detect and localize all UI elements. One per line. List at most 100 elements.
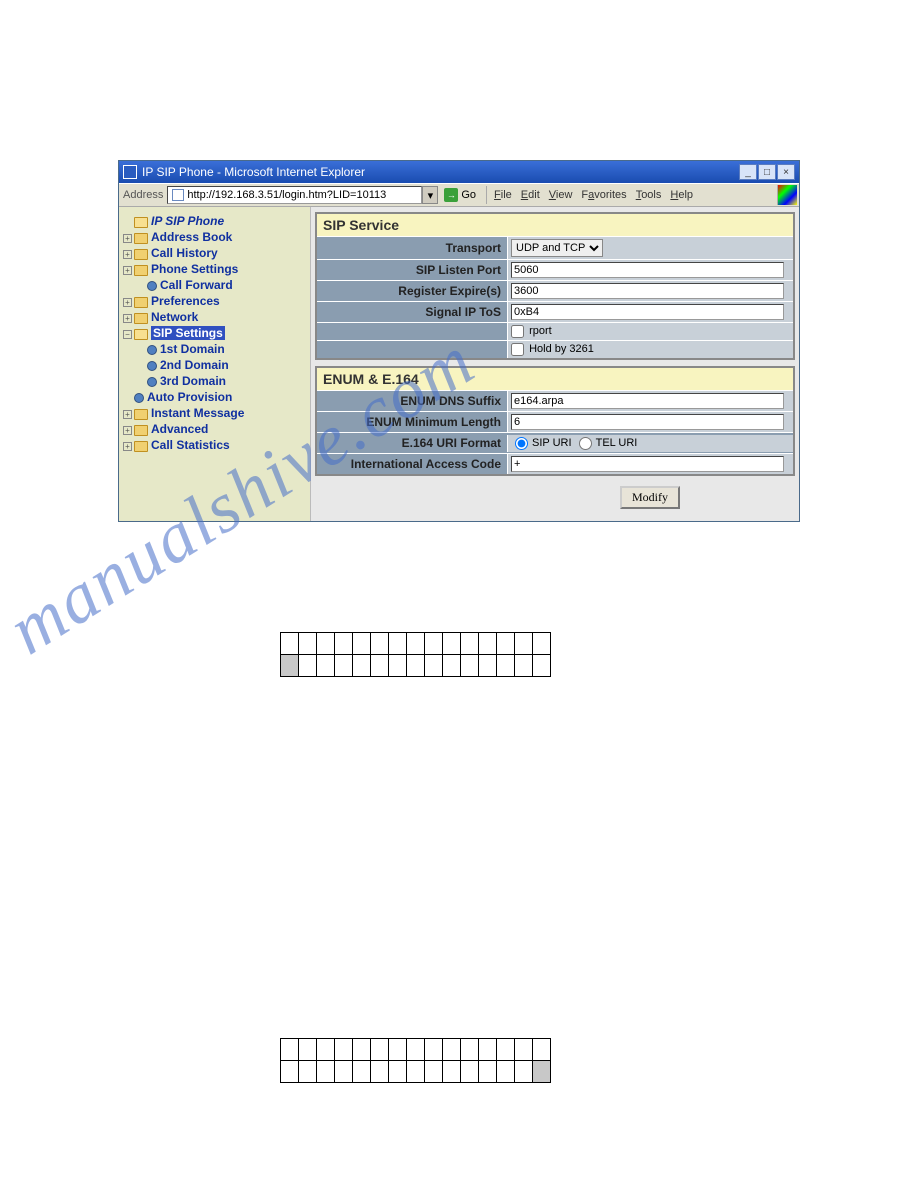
go-button[interactable]: → Go [444,188,476,202]
input-dns-suffix[interactable] [511,393,784,409]
label-transport: Transport [317,238,507,258]
minimize-button[interactable]: _ [739,164,757,180]
window-title: IP SIP Phone - Microsoft Internet Explor… [142,165,739,179]
item-icon [147,377,157,387]
input-listen-port[interactable] [511,262,784,278]
tree-network[interactable]: Network [151,310,198,324]
item-icon [134,393,144,403]
item-icon [147,345,157,355]
sip-service-panel: SIP Service Transport UDP and TCP SIP Li… [315,212,795,360]
menu-tools[interactable]: Tools [633,189,665,201]
folder-icon [134,409,148,420]
checkbox-rport[interactable] [511,325,524,338]
checkbox-hold[interactable] [511,343,524,356]
ie-icon [123,165,137,179]
enum-panel: ENUM & E.164 ENUM DNS Suffix ENUM Minimu… [315,366,795,476]
radio-tel-uri[interactable] [579,437,592,450]
sidebar: IP SIP Phone + Address Book + Call History… [119,207,311,521]
expand-icon[interactable]: + [123,234,132,243]
address-label: Address [123,189,163,201]
menu-bar: File Edit View Favorites Tools Help [491,189,696,201]
label-min-length: ENUM Minimum Length [317,412,507,432]
item-icon [147,361,157,371]
client-area: IP SIP Phone + Address Book + Call History… [119,207,799,521]
expand-icon[interactable]: + [123,426,132,435]
menu-help[interactable]: Help [667,189,696,201]
url-dropdown[interactable]: ▾ [422,186,438,204]
label-rport-blank [317,329,507,335]
tree-call-history[interactable]: Call History [151,246,218,260]
page-icon [172,189,184,201]
tree-address-book[interactable]: Address Book [151,230,232,244]
panel-title-sip: SIP Service [317,214,793,236]
label-dns-suffix: ENUM DNS Suffix [317,391,507,411]
tree-sip-settings[interactable]: SIP Settings [151,326,225,340]
expand-icon[interactable]: + [123,410,132,419]
radio-sip-uri[interactable] [515,437,528,450]
folder-icon [134,441,148,452]
tree-root[interactable]: IP SIP Phone [151,214,224,228]
label-tel-uri: TEL URI [596,437,638,449]
address-bar: Address http://192.168.3.51/login.htm?LI… [119,183,799,207]
tree-1st-domain[interactable]: 1st Domain [160,342,225,356]
folder-icon [134,329,148,340]
maximize-button[interactable]: □ [758,164,776,180]
folder-icon [134,249,148,260]
tree-call-forward[interactable]: Call Forward [160,278,233,292]
browser-window: IP SIP Phone - Microsoft Internet Explor… [118,160,800,522]
tree-advanced[interactable]: Advanced [151,422,208,436]
label-expire: Register Expire(s) [317,281,507,301]
nav-tree: IP SIP Phone + Address Book + Call History… [123,213,306,453]
expand-icon[interactable]: + [123,298,132,307]
label-hold: Hold by 3261 [529,343,594,355]
folder-icon [134,313,148,324]
menu-edit[interactable]: Edit [518,189,543,201]
label-listen-port: SIP Listen Port [317,260,507,280]
tree-instant-message[interactable]: Instant Message [151,406,244,420]
folder-icon [134,297,148,308]
window-buttons: _ □ × [739,164,795,180]
expand-icon[interactable]: + [123,442,132,451]
main-panel: SIP Service Transport UDP and TCP SIP Li… [311,207,799,521]
tree-call-statistics[interactable]: Call Statistics [151,438,230,452]
tree-phone-settings[interactable]: Phone Settings [151,262,238,276]
input-tos[interactable] [511,304,784,320]
tree-preferences[interactable]: Preferences [151,294,220,308]
label-rport: rport [529,325,552,337]
expand-icon[interactable]: + [123,266,132,275]
doc-grid-2 [280,1038,551,1083]
label-tos: Signal IP ToS [317,302,507,322]
folder-icon [134,265,148,276]
doc-grid-1 [280,632,551,677]
go-icon: → [444,188,458,202]
titlebar: IP SIP Phone - Microsoft Internet Explor… [119,161,799,183]
select-transport[interactable]: UDP and TCP [511,239,603,257]
menu-favorites[interactable]: Favorites [578,189,629,201]
folder-icon [134,217,148,228]
expand-icon[interactable]: + [123,314,132,323]
label-sip-uri: SIP URI [532,437,572,449]
menu-view[interactable]: View [546,189,576,201]
input-min-length[interactable] [511,414,784,430]
input-expire[interactable] [511,283,784,299]
collapse-icon[interactable]: − [123,330,132,339]
url-text: http://192.168.3.51/login.htm?LID=10113 [187,189,386,201]
menu-file[interactable]: File [491,189,515,201]
expand-icon[interactable]: + [123,250,132,259]
folder-icon [134,425,148,436]
tree-2nd-domain[interactable]: 2nd Domain [160,358,229,372]
folder-icon [134,233,148,244]
url-field[interactable]: http://192.168.3.51/login.htm?LID=10113 [167,186,422,204]
input-intl-code[interactable] [511,456,784,472]
tree-auto-provision[interactable]: Auto Provision [147,390,232,404]
close-button[interactable]: × [777,164,795,180]
label-intl-code: International Access Code [317,454,507,474]
separator [486,186,487,204]
panel-title-enum: ENUM & E.164 [317,368,793,390]
item-icon [147,281,157,291]
label-hold-blank [317,347,507,353]
modify-button[interactable]: Modify [620,486,680,509]
label-uri-format: E.164 URI Format [317,433,507,453]
windows-flag-icon [777,185,797,205]
tree-3rd-domain[interactable]: 3rd Domain [160,374,226,388]
